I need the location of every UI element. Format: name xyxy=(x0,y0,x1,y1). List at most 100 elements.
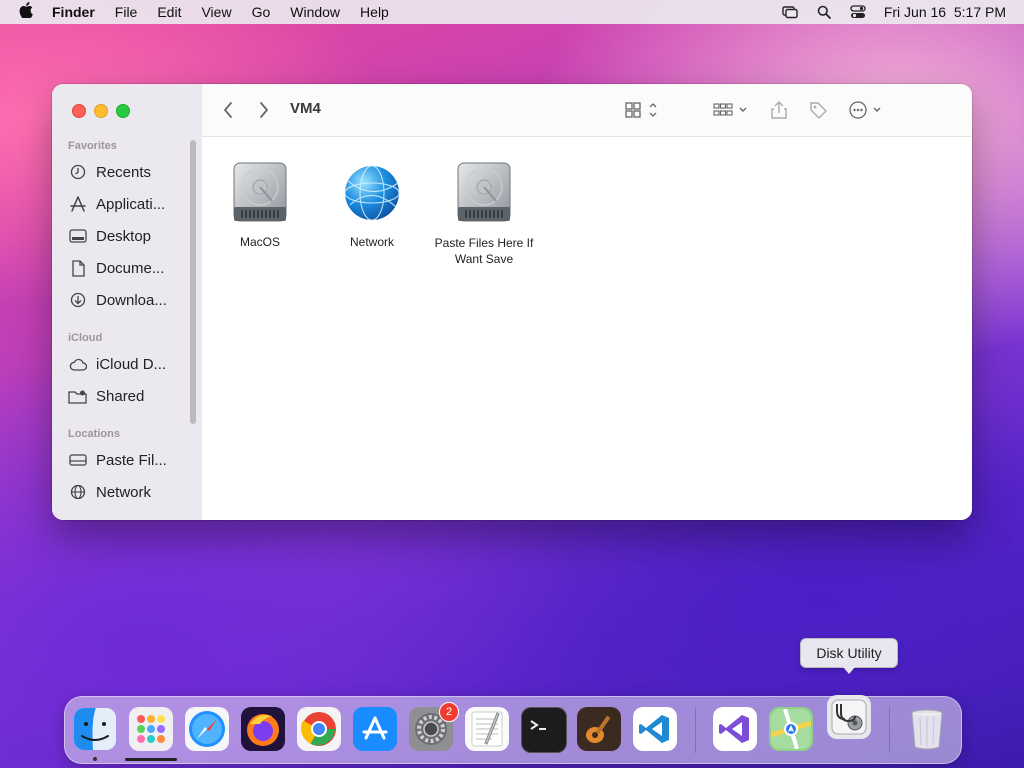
vscode-icon xyxy=(639,715,669,743)
group-grid-icon xyxy=(713,103,747,116)
sidebar-item-label: Docume... xyxy=(96,259,165,277)
tags-button[interactable] xyxy=(808,98,828,122)
sidebar-item-paste-files[interactable]: Paste Fil... xyxy=(68,449,188,471)
guitar-icon xyxy=(586,715,611,743)
icon-grid-view-icon xyxy=(625,102,657,118)
sidebar-item-icloud-drive[interactable]: iCloud D... xyxy=(68,353,188,375)
dock-textedit[interactable] xyxy=(465,707,509,751)
download-icon xyxy=(68,291,88,309)
dock-finder[interactable] xyxy=(73,707,117,751)
applications-icon xyxy=(68,195,88,213)
finder-window: Favorites Recents Applicati... Desktop D… xyxy=(52,84,972,520)
finder-icon xyxy=(74,708,116,750)
sidebar-section-favorites: Favorites xyxy=(68,140,117,152)
app-store-icon xyxy=(362,716,388,740)
forward-button[interactable] xyxy=(258,98,270,122)
sidebar: Favorites Recents Applicati... Desktop D… xyxy=(52,84,203,520)
dock-separator xyxy=(695,707,696,753)
view-mode-button[interactable] xyxy=(624,98,660,122)
maps-icon xyxy=(771,709,811,749)
drag-indicator xyxy=(125,758,177,761)
minimize-button[interactable] xyxy=(94,104,108,118)
disk-utility-stethoscope-icon xyxy=(831,699,867,735)
share-button[interactable] xyxy=(770,98,788,122)
sidebar-scrollbar[interactable] xyxy=(190,140,196,424)
sidebar-item-label: Shared xyxy=(96,387,145,405)
menu-app-finder[interactable]: Finder xyxy=(52,4,105,20)
more-actions-button[interactable] xyxy=(848,98,886,122)
menu-file[interactable]: File xyxy=(105,4,148,20)
chevron-left-icon xyxy=(224,102,232,118)
dock-terminal[interactable] xyxy=(521,707,567,753)
group-by-button[interactable] xyxy=(712,98,750,122)
screen-mirroring-icon[interactable] xyxy=(782,5,798,19)
dock-maps[interactable] xyxy=(769,707,813,751)
file-item-paste-files[interactable]: Paste Files Here If Want Save xyxy=(428,161,540,267)
menu-edit[interactable]: Edit xyxy=(147,4,191,20)
dock-firefox[interactable] xyxy=(241,707,285,751)
file-item-macos[interactable]: MacOS xyxy=(204,161,316,249)
dock-visual-studio[interactable] xyxy=(713,707,757,751)
file-browser: MacOS Network Paste Files Here If Want S… xyxy=(202,137,972,520)
sidebar-item-network[interactable]: Network xyxy=(68,481,188,503)
apple-menu-icon[interactable] xyxy=(0,2,52,22)
sidebar-item-label: Paste Fil... xyxy=(96,451,167,469)
share-icon xyxy=(771,101,787,119)
desktop-icon xyxy=(68,227,88,245)
menu-window[interactable]: Window xyxy=(280,4,350,20)
file-name: Paste Files Here If Want Save xyxy=(434,236,534,266)
safari-compass-icon xyxy=(189,711,225,747)
dock-garageband[interactable] xyxy=(577,707,621,751)
dock-vscode[interactable] xyxy=(633,707,677,751)
sidebar-section-locations: Locations xyxy=(68,428,120,440)
clock-icon xyxy=(68,163,88,181)
sidebar-item-label: Desktop xyxy=(96,227,152,245)
sidebar-item-desktop[interactable]: Desktop xyxy=(68,225,188,247)
sidebar-item-label: Recents xyxy=(96,163,152,181)
close-button[interactable] xyxy=(72,104,86,118)
dock-trash[interactable] xyxy=(905,707,949,751)
dock: 2 xyxy=(64,695,962,764)
cloud-icon xyxy=(68,355,88,373)
zoom-button[interactable] xyxy=(116,104,130,118)
sidebar-item-recents[interactable]: Recents xyxy=(68,161,188,183)
back-button[interactable] xyxy=(222,98,234,122)
ellipsis-circle-icon xyxy=(849,101,881,119)
menu-go[interactable]: Go xyxy=(242,4,281,20)
trash-icon xyxy=(911,709,943,750)
sidebar-item-documents[interactable]: Docume... xyxy=(68,257,188,279)
shared-folder-icon xyxy=(68,387,88,405)
dock-chrome[interactable] xyxy=(297,707,341,751)
sidebar-item-downloads[interactable]: Downloa... xyxy=(68,289,188,311)
dock-separator xyxy=(889,707,890,753)
firefox-icon xyxy=(247,714,279,746)
sidebar-item-label: iCloud D... xyxy=(96,355,167,373)
menu-view[interactable]: View xyxy=(191,4,241,20)
file-name: MacOS xyxy=(239,235,280,249)
dock-disk-utility[interactable] xyxy=(827,695,871,739)
drive-icon xyxy=(68,451,88,469)
running-indicator xyxy=(93,757,97,761)
toolbar: VM4 xyxy=(202,84,972,137)
file-item-network[interactable]: Network xyxy=(316,161,428,249)
file-name: Network xyxy=(349,235,394,249)
control-center-icon[interactable] xyxy=(850,5,866,19)
dock-launchpad[interactable] xyxy=(129,707,173,751)
sidebar-section-icloud: iCloud xyxy=(68,332,103,344)
menu-clock[interactable]: Fri Jun 16 5:17 PM xyxy=(884,4,1006,20)
window-title: VM4 xyxy=(290,100,321,117)
menu-help[interactable]: Help xyxy=(350,4,399,20)
dock-safari[interactable] xyxy=(185,707,229,751)
notification-badge: 2 xyxy=(439,702,459,722)
sidebar-item-label: Network xyxy=(96,483,152,501)
document-icon xyxy=(68,259,88,277)
sidebar-item-applications[interactable]: Applicati... xyxy=(68,193,188,215)
dock-app-store[interactable] xyxy=(353,707,397,751)
spotlight-search-icon[interactable] xyxy=(816,5,832,19)
terminal-prompt-icon xyxy=(530,720,546,730)
sidebar-item-shared[interactable]: Shared xyxy=(68,385,188,407)
menu-bar: Finder File Edit View Go Window Help Fri… xyxy=(0,0,1024,24)
globe-icon xyxy=(68,483,88,501)
dock-system-preferences[interactable]: 2 xyxy=(409,702,459,751)
textedit-icon xyxy=(471,711,503,747)
